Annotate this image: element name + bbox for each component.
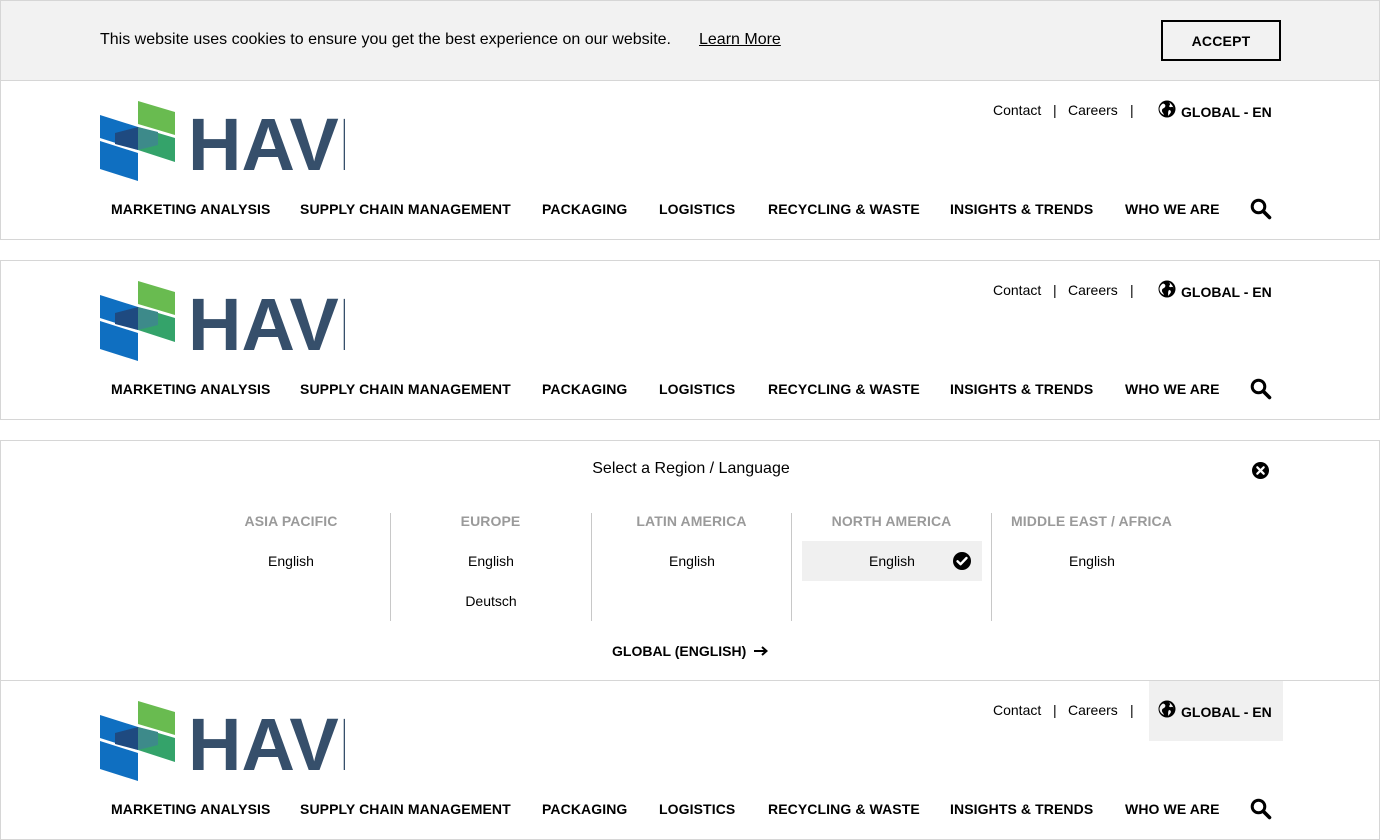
nav-item-insights-trends[interactable]: INSIGHTS & TRENDS: [950, 381, 1093, 397]
language-option-latin-america-english[interactable]: English: [602, 541, 782, 581]
nav-item-marketing-analysis[interactable]: MARKETING ANALYSIS: [111, 381, 270, 397]
nav-item-supply-chain-management[interactable]: SUPPLY CHAIN MANAGEMENT: [300, 801, 511, 817]
region-column-europe: EUROPE English Deutsch: [390, 513, 590, 621]
language-selector-button[interactable]: GLOBAL - EN: [1149, 81, 1283, 141]
global-english-link[interactable]: GLOBAL (ENGLISH): [612, 643, 746, 659]
accept-cookies-button[interactable]: ACCEPT: [1161, 20, 1281, 61]
region-column-middle-east-africa: MIDDLE EAST / AFRICA English: [991, 513, 1191, 621]
arrow-right-icon[interactable]: [753, 644, 769, 658]
language-label: GLOBAL - EN: [1181, 284, 1272, 300]
globe-icon: [1158, 100, 1176, 118]
region-heading: LATIN AMERICA: [636, 513, 747, 529]
language-option-label: English: [869, 553, 915, 569]
search-icon[interactable]: [1250, 198, 1272, 220]
nav-item-recycling-waste[interactable]: RECYCLING & WASTE: [768, 801, 920, 817]
globe-icon: [1158, 700, 1176, 718]
search-icon[interactable]: [1250, 378, 1272, 400]
nav-item-packaging[interactable]: PACKAGING: [542, 801, 627, 817]
learn-more-link[interactable]: Learn More: [699, 31, 781, 49]
svg-text:HAVI: HAVI: [188, 283, 345, 362]
nav-item-insights-trends[interactable]: INSIGHTS & TRENDS: [950, 201, 1093, 217]
careers-link[interactable]: Careers: [1068, 702, 1118, 724]
nav-item-recycling-waste[interactable]: RECYCLING & WASTE: [768, 201, 920, 217]
separator: |: [1053, 282, 1057, 298]
language-option-europe-english[interactable]: English: [401, 541, 581, 581]
nav-item-who-we-are[interactable]: WHO WE ARE: [1125, 801, 1220, 817]
region-heading: EUROPE: [460, 513, 521, 529]
region-column-latin-america: LATIN AMERICA English: [591, 513, 791, 621]
close-icon[interactable]: [1251, 461, 1270, 480]
region-heading: NORTH AMERICA: [831, 513, 952, 529]
site-header: HAVI Contact | Careers | GLOBAL - EN MAR…: [0, 680, 1380, 840]
svg-text:HAVI: HAVI: [188, 703, 345, 782]
language-option-europe-deutsch[interactable]: Deutsch: [401, 581, 581, 621]
main-nav: MARKETING ANALYSIS SUPPLY CHAIN MANAGEME…: [1, 201, 1380, 221]
nav-item-recycling-waste[interactable]: RECYCLING & WASTE: [768, 381, 920, 397]
nav-item-logistics[interactable]: LOGISTICS: [659, 801, 735, 817]
check-icon: [953, 552, 971, 570]
language-selector-button[interactable]: GLOBAL - EN: [1149, 261, 1283, 321]
language-option-asia-pacific-english[interactable]: English: [201, 541, 381, 581]
contact-link[interactable]: Contact: [993, 702, 1041, 724]
nav-item-supply-chain-management[interactable]: SUPPLY CHAIN MANAGEMENT: [300, 381, 511, 397]
site-header: HAVI Contact | Careers | GLOBAL - EN MAR…: [0, 80, 1380, 240]
nav-item-logistics[interactable]: LOGISTICS: [659, 201, 735, 217]
language-selector-button[interactable]: GLOBAL - EN: [1149, 681, 1283, 741]
region-column-asia-pacific: ASIA PACIFIC English: [191, 513, 391, 621]
havi-logo[interactable]: HAVI: [100, 280, 345, 362]
main-nav: MARKETING ANALYSIS SUPPLY CHAIN MANAGEME…: [1, 801, 1380, 821]
region-column-north-america: NORTH AMERICA English: [791, 513, 991, 621]
search-icon[interactable]: [1250, 798, 1272, 820]
nav-item-logistics[interactable]: LOGISTICS: [659, 381, 735, 397]
nav-item-supply-chain-management[interactable]: SUPPLY CHAIN MANAGEMENT: [300, 201, 511, 217]
nav-item-packaging[interactable]: PACKAGING: [542, 381, 627, 397]
region-heading: ASIA PACIFIC: [244, 513, 338, 529]
cookie-banner: This website uses cookies to ensure you …: [0, 0, 1380, 81]
separator: |: [1053, 102, 1057, 118]
globe-icon: [1158, 280, 1176, 298]
svg-text:HAVI: HAVI: [188, 103, 345, 182]
cookie-message: This website uses cookies to ensure you …: [100, 31, 671, 48]
language-option-north-america-english[interactable]: English: [802, 541, 982, 581]
careers-link[interactable]: Careers: [1068, 282, 1118, 304]
contact-link[interactable]: Contact: [993, 102, 1041, 124]
careers-link[interactable]: Careers: [1068, 102, 1118, 124]
region-heading: MIDDLE EAST / AFRICA: [1011, 513, 1172, 529]
nav-item-who-we-are[interactable]: WHO WE ARE: [1125, 381, 1220, 397]
main-nav: MARKETING ANALYSIS SUPPLY CHAIN MANAGEME…: [1, 381, 1380, 401]
language-label: GLOBAL - EN: [1181, 704, 1272, 720]
nav-item-packaging[interactable]: PACKAGING: [542, 201, 627, 217]
site-header: HAVI Contact | Careers | GLOBAL - EN MAR…: [0, 260, 1380, 420]
region-panel-title: Select a Region / Language: [592, 460, 790, 477]
separator: |: [1130, 102, 1134, 118]
language-label: GLOBAL - EN: [1181, 104, 1272, 120]
nav-item-insights-trends[interactable]: INSIGHTS & TRENDS: [950, 801, 1093, 817]
separator: |: [1130, 282, 1134, 298]
havi-logo[interactable]: HAVI: [100, 700, 345, 782]
separator: |: [1130, 702, 1134, 718]
nav-item-marketing-analysis[interactable]: MARKETING ANALYSIS: [111, 201, 270, 217]
nav-item-marketing-analysis[interactable]: MARKETING ANALYSIS: [111, 801, 270, 817]
contact-link[interactable]: Contact: [993, 282, 1041, 304]
nav-item-who-we-are[interactable]: WHO WE ARE: [1125, 201, 1220, 217]
havi-logo[interactable]: HAVI: [100, 100, 345, 182]
language-option-middle-east-africa-english[interactable]: English: [1002, 541, 1182, 581]
region-language-panel: Select a Region / Language ASIA PACIFIC …: [0, 440, 1380, 681]
separator: |: [1053, 702, 1057, 718]
